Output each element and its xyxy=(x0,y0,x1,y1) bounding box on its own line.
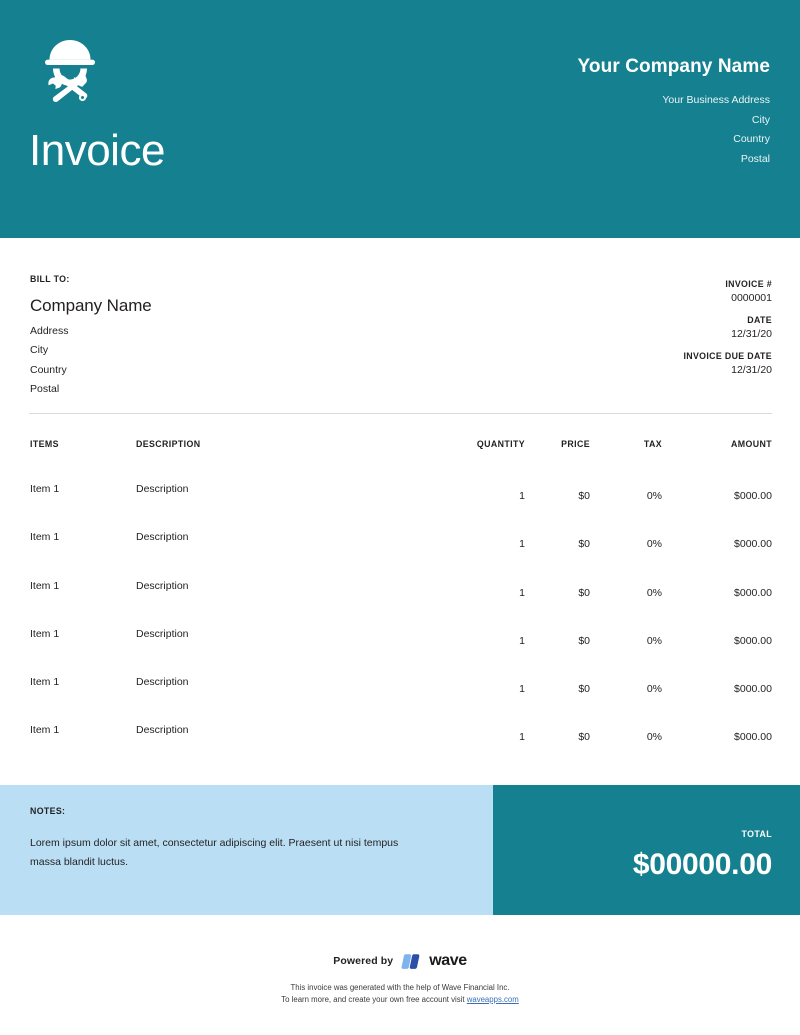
row-description: Description xyxy=(136,724,189,737)
row-item: Item 1 xyxy=(30,724,60,737)
footer-disclaimer: This invoice was generated with the help… xyxy=(0,982,800,1005)
invoice-due-date-value: 12/31/20 xyxy=(731,364,772,376)
notes-panel: NOTES: Lorem ipsum dolor sit amet, conse… xyxy=(0,785,493,915)
column-header-amount: AMOUNT xyxy=(730,439,772,449)
row-description: Description xyxy=(136,483,189,495)
row-item: Item 1 xyxy=(30,531,60,544)
row-quantity: 1 xyxy=(519,490,525,502)
bill-to-address-line: Country xyxy=(30,363,67,376)
column-header-items: ITEMS xyxy=(30,439,59,449)
row-amount: $000.00 xyxy=(734,683,772,696)
row-quantity: 1 xyxy=(519,538,525,551)
row-description: Description xyxy=(136,676,189,689)
bill-to-address-line: Postal xyxy=(30,382,60,395)
row-item: Item 1 xyxy=(30,579,60,592)
row-quantity: 1 xyxy=(519,634,525,647)
invoice-number-label: INVOICE # xyxy=(725,279,772,289)
bill-to-block: BILL TO: Company Name Address City Count… xyxy=(30,273,410,399)
invoice-page: Invoice Your Company Name Your Business … xyxy=(0,0,800,1035)
row-quantity: 1 xyxy=(519,731,525,744)
row-price: $0 xyxy=(578,538,590,551)
footer-disclaimer-prefix: To learn more, and create your own free … xyxy=(281,994,467,1004)
bill-to-company-name: Company Name xyxy=(30,296,152,315)
table-row: Item 1 Description 1 $0 0% $000.00 xyxy=(0,621,800,669)
row-tax: 0% xyxy=(646,683,662,696)
row-description: Description xyxy=(136,627,189,640)
powered-by-wave: Powered by wave xyxy=(0,950,800,972)
line-items-table: ITEMS DESCRIPTION QUANTITY PRICE TAX AMO… xyxy=(0,438,800,766)
billing-section: BILL TO: Company Name Address City Count… xyxy=(0,265,800,400)
footer-disclaimer-line2: To learn more, and create your own free … xyxy=(0,994,800,1006)
wave-logo-icon xyxy=(400,953,422,970)
row-price: $0 xyxy=(578,731,590,744)
row-price: $0 xyxy=(578,586,590,599)
footer-disclaimer-line1: This invoice was generated with the help… xyxy=(290,983,510,992)
company-address-line: Postal xyxy=(740,152,770,165)
row-item: Item 1 xyxy=(30,627,60,640)
total-panel: TOTAL $00000.00 xyxy=(493,785,800,915)
total-label: TOTAL xyxy=(741,829,772,839)
powered-by-label: Powered by xyxy=(333,955,394,967)
invoice-due-date-label: INVOICE DUE DATE xyxy=(683,351,772,361)
table-row: Item 1 Description 1 $0 0% $000.00 xyxy=(0,524,800,572)
row-quantity: 1 xyxy=(519,586,525,599)
invoice-date-value: 12/31/20 xyxy=(731,328,772,340)
row-item: Item 1 xyxy=(30,676,60,689)
notes-text: Lorem ipsum dolor sit amet, consectetur … xyxy=(30,837,399,868)
bill-to-label: BILL TO: xyxy=(30,274,70,284)
row-tax: 0% xyxy=(646,490,662,502)
row-price: $0 xyxy=(578,683,590,696)
table-row: Item 1 Description 1 $0 0% $000.00 xyxy=(0,573,800,621)
row-tax: 0% xyxy=(646,731,662,744)
column-header-tax: TAX xyxy=(643,439,662,449)
waveapps-link[interactable]: waveapps.com xyxy=(467,995,519,1004)
table-row: Item 1 Description 1 $0 0% $000.00 xyxy=(0,669,800,717)
bill-to-address: Address City Country Postal xyxy=(30,322,410,399)
wave-wordmark: wave xyxy=(429,952,467,969)
table-row: Item 1 Description 1 $0 0% $000.00 xyxy=(0,717,800,765)
row-amount: $000.00 xyxy=(734,731,772,744)
notes-label: NOTES: xyxy=(30,806,66,816)
company-address-line: City xyxy=(751,113,770,126)
construction-worker-hardhat-tools-icon xyxy=(28,32,112,116)
column-header-description: DESCRIPTION xyxy=(136,439,201,449)
row-amount: $000.00 xyxy=(734,490,772,502)
invoice-footer: Powered by wave This invoice was generat… xyxy=(0,950,800,1005)
company-address-line: Your Business Address xyxy=(662,94,770,106)
section-divider xyxy=(29,413,772,414)
row-tax: 0% xyxy=(646,634,662,647)
row-amount: $000.00 xyxy=(734,538,772,551)
row-tax: 0% xyxy=(646,538,662,551)
page-title: Invoice xyxy=(29,126,165,175)
row-description: Description xyxy=(136,531,189,544)
row-price: $0 xyxy=(578,634,590,647)
total-amount: $00000.00 xyxy=(632,848,772,881)
company-address: Your Business Address City Country Posta… xyxy=(310,91,770,169)
row-description: Description xyxy=(136,579,189,592)
row-item: Item 1 xyxy=(30,483,60,495)
row-price: $0 xyxy=(578,490,590,502)
company-name: Your Company Name xyxy=(577,56,770,77)
invoice-header-band: Invoice Your Company Name Your Business … xyxy=(0,0,800,238)
row-amount: $000.00 xyxy=(734,634,772,647)
company-address-line: Country xyxy=(733,133,770,145)
row-amount: $000.00 xyxy=(734,586,772,599)
table-row: Item 1 Description 1 $0 0% $000.00 xyxy=(0,476,800,524)
company-info-block: Your Company Name Your Business Address … xyxy=(310,54,770,169)
bill-to-address-line: Address xyxy=(30,325,69,337)
invoice-date-label: DATE xyxy=(747,315,772,325)
bill-to-address-line: City xyxy=(30,344,49,357)
row-quantity: 1 xyxy=(519,683,525,696)
column-header-price: PRICE xyxy=(561,439,590,449)
row-tax: 0% xyxy=(646,586,662,599)
table-header-row: ITEMS DESCRIPTION QUANTITY PRICE TAX AMO… xyxy=(0,438,800,476)
invoice-meta-block: INVOICE # 0000001 DATE 12/31/20 INVOICE … xyxy=(442,277,772,378)
column-header-quantity: QUANTITY xyxy=(476,439,525,449)
invoice-number-value: 0000001 xyxy=(731,292,772,304)
